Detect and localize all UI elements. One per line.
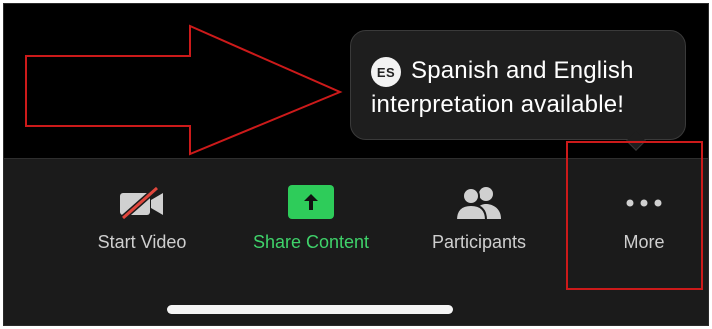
- share-arrow-icon: [288, 185, 334, 219]
- interpretation-tooltip: ES Spanish and English interpretation av…: [350, 30, 686, 151]
- tooltip-text-line-2: interpretation available!: [371, 91, 625, 118]
- participants-label: Participants: [431, 232, 527, 252]
- tooltip-text-line-1: Spanish and English: [411, 57, 634, 84]
- video-off-icon: [117, 185, 167, 226]
- participants-button[interactable]: Participants: [394, 159, 564, 269]
- meeting-toolbar: Start Video Share Content Participants M…: [4, 141, 708, 325]
- video-area: ES Spanish and English interpretation av…: [4, 4, 708, 158]
- start-video-label: Start Video: [97, 232, 187, 252]
- meeting-window: ES Spanish and English interpretation av…: [3, 3, 709, 326]
- home-indicator[interactable]: [167, 305, 453, 314]
- more-highlight-box: [566, 141, 703, 290]
- participants-icon: [454, 185, 504, 226]
- annotation-arrow: [25, 24, 343, 156]
- language-avatar: ES: [371, 57, 401, 87]
- share-content-button[interactable]: Share Content: [226, 159, 396, 269]
- start-video-button[interactable]: Start Video: [57, 159, 227, 269]
- share-content-label: Share Content: [252, 232, 370, 252]
